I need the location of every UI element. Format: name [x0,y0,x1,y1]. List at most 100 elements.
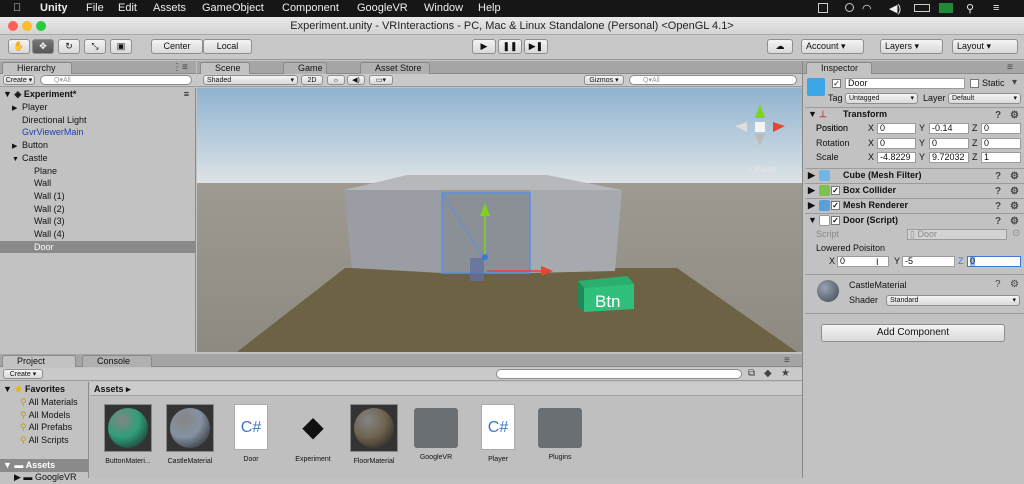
object-picker-icon[interactable]: ⊙ [1012,228,1020,239]
effects-dropdown-icon[interactable]: ▭▾ [369,75,393,85]
pause-button[interactable]: ❚❚ [498,39,522,54]
tag-dropdown[interactable]: Untagged ▾ [845,93,918,104]
spotlight-search-icon[interactable]: ⚲ [966,2,974,15]
hierarchy-item[interactable]: Door [0,240,195,254]
gear-icon[interactable]: ⚙ [1010,200,1019,213]
tab-game[interactable]: Game [283,62,327,74]
asset-item[interactable]: FloorMaterial [344,404,404,465]
gear-icon[interactable]: ⚙ [1010,109,1019,122]
scene-viewport[interactable]: Btn < Persp [197,88,802,352]
help-icon[interactable]: ? [995,185,1001,198]
lowered-y-field[interactable]: -5 [902,256,955,267]
asset-item[interactable]: C# Door [221,404,281,463]
notification-center-icon[interactable]: ≡ [993,2,999,14]
position-y-field[interactable]: -0.14 [929,123,969,134]
hierarchy-item[interactable]: Plane [0,165,195,178]
hierarchy-item[interactable]: GvrViewerMain [0,126,195,139]
lowered-z-field[interactable]: 0 [967,256,1021,267]
foldout-arrow-icon[interactable]: ▼ [808,108,817,121]
shading-mode-dropdown[interactable]: Shaded ▾ [203,75,298,85]
tab-hierarchy[interactable]: Hierarchy [2,62,72,74]
rotation-y-field[interactable]: 0 [929,137,969,149]
help-icon[interactable]: ? [995,215,1001,228]
favorites-row[interactable]: ▼ ★ Favorites [0,383,88,396]
layer-dropdown[interactable]: Default ▾ [948,93,1021,104]
tab-console[interactable]: Console [82,355,152,367]
scale-x-field[interactable]: -4.8229 [877,152,916,163]
lock-icon[interactable]: ⋮≡ [172,62,188,73]
position-z-field[interactable]: 0 [981,123,1021,134]
object-name-field[interactable]: Door [845,78,965,89]
door-script-checkbox[interactable]: ✓ [831,216,840,225]
menu-edit[interactable]: Edit [118,2,137,14]
hierarchy-item[interactable]: Wall (2) [0,203,195,216]
hierarchy-item[interactable]: Wall (3) [0,215,195,228]
menu-gameobject[interactable]: GameObject [202,2,264,14]
shader-dropdown[interactable]: Standard ▾ [886,295,1020,306]
scene-render[interactable]: Btn < Persp [197,88,802,352]
mesh-filter-header[interactable]: ▶ Cube (Mesh Filter) ? ⚙ [805,168,1024,182]
foldout-arrow-icon[interactable]: ▼ [808,214,817,227]
apple-icon[interactable]:  [13,2,21,14]
gear-icon[interactable]: ⚙ [1010,185,1019,198]
layers-dropdown[interactable]: Layers ▾ [880,39,943,54]
hierarchy-item[interactable]: ▼ Castle [0,152,195,165]
hand-tool-icon[interactable]: ✋ [8,39,30,54]
menu-assets[interactable]: Assets [153,2,186,14]
transform-header[interactable]: ▼ ⊥ Transform ? ⚙ [805,107,1024,121]
hierarchy-item[interactable]: Wall [0,177,195,190]
step-button[interactable]: ▶❚ [524,39,548,54]
favorite-item[interactable]: ⚲ All Scripts [0,434,88,447]
filter-label-icon[interactable]: ◆ [764,368,772,379]
persp-label[interactable]: < Persp [748,165,776,174]
door-script-header[interactable]: ▼ ✓ Door (Script) ? ⚙ [805,213,1024,227]
mesh-renderer-checkbox[interactable]: ✓ [831,201,840,210]
cloud-icon[interactable]: ☁ [767,39,793,54]
scene-search-input[interactable]: Q▾All [629,75,797,85]
help-icon[interactable]: ? [995,279,1001,290]
app-menu[interactable]: Unity [40,2,68,14]
tab-scene[interactable]: Scene [200,62,250,74]
menu-window[interactable]: Window [424,2,463,14]
lighting-toggle-icon[interactable]: ☼ [327,75,345,85]
box-collider-header[interactable]: ▶ ✓ Box Collider ? ⚙ [805,183,1024,197]
tab-inspector[interactable]: Inspector [806,62,872,74]
rotation-z-field[interactable]: 0 [981,137,1021,149]
scene-root-row[interactable]: ▼ ◈ Experiment* ≡ [0,88,195,101]
foldout-arrow-icon[interactable]: ▶ [808,184,815,197]
hierarchy-item[interactable]: Directional Light [0,114,195,127]
project-menu-icon[interactable]: ≡ [784,355,790,366]
inspector-menu-icon[interactable]: ≡ [1007,62,1013,73]
pivot-center-toggle[interactable]: Center [151,39,203,54]
scene-menu-icon[interactable]: ≡ [184,88,189,101]
project-search-input[interactable] [496,369,742,379]
hierarchy-item[interactable]: ▶ Player [0,101,195,114]
pivot-local-toggle[interactable]: Local [203,39,252,54]
favorite-star-icon[interactable]: ★ [781,368,790,379]
hierarchy-create-button[interactable]: Create ▾ [3,75,35,85]
project-breadcrumb[interactable]: Assets ▸ [90,382,802,396]
assets-root-row[interactable]: ▼ ▬ Assets [0,459,88,472]
asset-item[interactable]: C# Player [468,404,528,463]
rotate-tool-icon[interactable]: ↻ [58,39,80,54]
2d-toggle[interactable]: 2D [301,75,323,85]
googlevr-row[interactable]: ▶ ▬ GoogleVR [0,471,88,484]
scale-y-field[interactable]: 9.72032 [929,152,969,163]
help-icon[interactable]: ? [995,109,1001,122]
project-create-button[interactable]: Create ▾ [3,369,43,379]
favorite-item[interactable]: ⚲ All Materials [0,396,88,409]
position-x-field[interactable]: 0 [877,123,916,134]
add-component-button[interactable]: Add Component [821,324,1005,342]
scale-z-field[interactable]: 1 [981,152,1021,163]
asset-item[interactable]: CastleMaterial [160,404,220,465]
favorite-item[interactable]: ⚲ All Prefabs [0,421,88,434]
help-icon[interactable]: ? [995,200,1001,213]
menu-component[interactable]: Component [282,2,339,14]
menu-file[interactable]: File [86,2,104,14]
favorite-item[interactable]: ⚲ All Models [0,409,88,422]
active-checkbox[interactable]: ✓ [832,79,841,88]
menu-help[interactable]: Help [478,2,501,14]
scale-tool-icon[interactable]: ⤡ [84,39,106,54]
rotation-x-field[interactable]: 0 [877,137,916,149]
gear-icon[interactable]: ⚙ [1010,215,1019,228]
